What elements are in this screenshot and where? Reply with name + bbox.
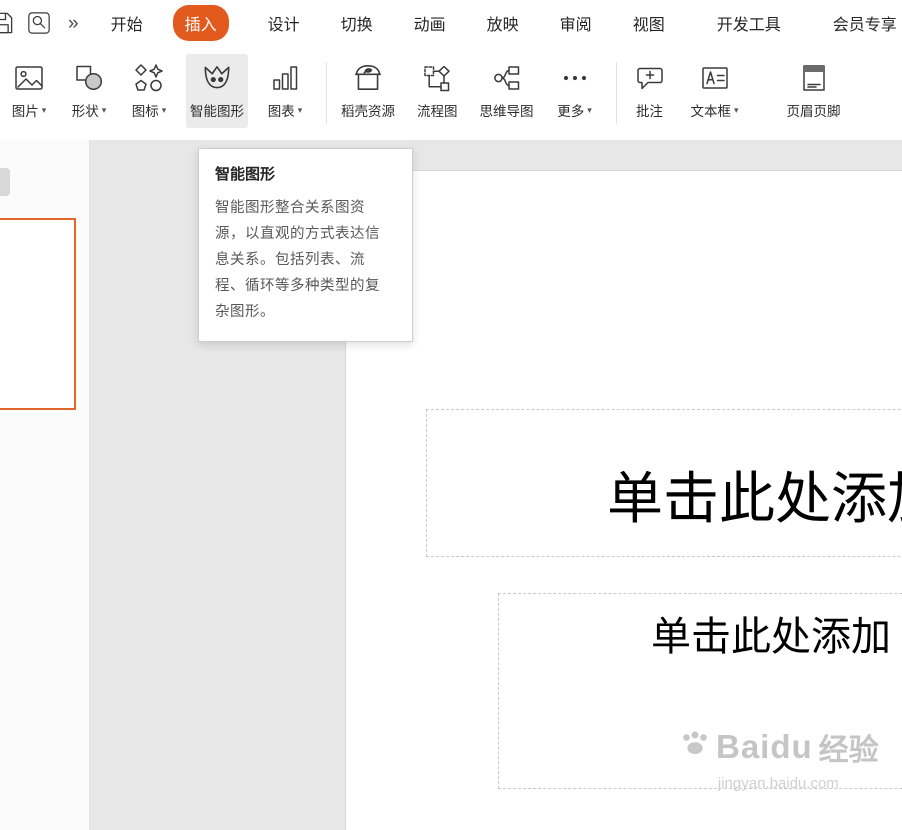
textbox-button[interactable]: 文本框▾ <box>687 54 743 128</box>
save-icon[interactable] <box>0 9 16 37</box>
tab-member[interactable]: 会员专享 <box>833 11 897 35</box>
watermark-url: jingyan.baidu.com <box>678 775 879 792</box>
title-placeholder-text: 单击此处添加 <box>427 410 902 535</box>
more-insert-button[interactable]: 更多▾ <box>552 54 598 128</box>
find-icon[interactable] <box>26 10 52 36</box>
tab-insert[interactable]: 插入 <box>173 5 229 41</box>
smartart-label: 智能图形 <box>190 100 244 120</box>
mindmap-button[interactable]: 思维导图 <box>476 54 538 128</box>
smartart-icon <box>200 60 234 96</box>
insert-picture-button[interactable]: 图片▾ <box>6 54 52 128</box>
tab-home[interactable]: 开始 <box>111 11 143 35</box>
tooltip-title: 智能图形 <box>215 163 396 184</box>
baidu-watermark: Baidu 经验 jingyan.baidu.com <box>678 725 879 792</box>
toolbar-expand-chevron[interactable]: » <box>68 14 79 33</box>
picture-icon <box>13 60 45 96</box>
chart-icon <box>269 60 301 96</box>
flowchart-icon <box>421 60 453 96</box>
textbox-icon <box>699 60 731 96</box>
picture-label: 图片 <box>12 100 39 120</box>
icons-label: 图标 <box>132 100 159 120</box>
header-footer-icon <box>798 60 830 96</box>
tab-review[interactable]: 审阅 <box>560 11 592 35</box>
flowchart-button[interactable]: 流程图 <box>413 54 462 128</box>
content-area: 单击此处添加 单击此处添加 Baidu <box>0 140 902 830</box>
chart-label: 图表 <box>268 100 295 120</box>
chevron-down-icon: ▾ <box>298 105 303 116</box>
comment-icon <box>634 60 666 96</box>
insert-shape-button[interactable]: 形状▾ <box>66 54 112 128</box>
comment-label: 批注 <box>636 100 663 120</box>
paw-icon <box>678 730 712 765</box>
chevron-down-icon: ▾ <box>42 105 47 116</box>
subtitle-placeholder-text: 单击此处添加 <box>499 594 902 662</box>
wps-presentation-window: » 开始 插入 设计 切换 动画 放映 审阅 视图 开发工具 会员专享 图片▾ <box>0 0 902 830</box>
textbox-label: 文本框 <box>691 100 732 120</box>
ribbon-divider <box>616 62 617 124</box>
menu-bar: » 开始 插入 设计 切换 动画 放映 审阅 视图 开发工具 会员专享 <box>0 0 902 46</box>
mindmap-label: 思维导图 <box>480 100 534 120</box>
docer-label: 稻壳资源 <box>341 100 395 120</box>
chevron-down-icon: ▾ <box>734 105 739 116</box>
tab-transition[interactable]: 切换 <box>341 11 373 35</box>
more-label: 更多 <box>557 100 584 120</box>
ribbon-divider <box>326 62 327 124</box>
chevron-down-icon: ▾ <box>587 105 592 116</box>
mindmap-icon <box>491 60 523 96</box>
watermark-brand: Baidu <box>716 728 813 766</box>
insert-chart-button[interactable]: 图表▾ <box>262 54 308 128</box>
more-dots-icon <box>559 60 591 96</box>
header-footer-button[interactable]: 页眉页脚 <box>783 54 845 128</box>
title-placeholder[interactable]: 单击此处添加 <box>426 409 902 557</box>
smartart-tooltip: 智能图形 智能图形整合关系图资源，以直观的方式表达信息关系。包括列表、流程、循环… <box>198 148 413 342</box>
insert-icons-button[interactable]: 图标▾ <box>126 54 172 128</box>
docer-resources-button[interactable]: 稻壳资源 <box>337 54 399 128</box>
slide-thumbnail-1[interactable] <box>0 218 76 410</box>
chevron-down-icon: ▾ <box>162 105 167 116</box>
tab-view[interactable]: 视图 <box>633 11 665 35</box>
menu-tabs: 开始 插入 设计 切换 动画 放映 审阅 视图 开发工具 会员专享 <box>111 5 897 41</box>
quick-access-toolbar: » <box>0 9 79 37</box>
insert-smartart-button[interactable]: 智能图形 <box>186 54 248 128</box>
tab-developer[interactable]: 开发工具 <box>717 11 781 35</box>
tooltip-body: 智能图形整合关系图资源，以直观的方式表达信息关系。包括列表、流程、循环等多种类型… <box>215 195 387 325</box>
ribbon: 图片▾ 形状▾ 图标▾ <box>0 46 902 140</box>
shapes-icon <box>73 60 105 96</box>
panel-collapse-handle[interactable] <box>0 168 10 196</box>
shape-label: 形状 <box>72 100 99 120</box>
tab-design[interactable]: 设计 <box>268 11 300 35</box>
store-icon <box>351 60 385 96</box>
tab-animation[interactable]: 动画 <box>414 11 446 35</box>
watermark-suffix: 经验 <box>819 725 879 769</box>
chevron-down-icon: ▾ <box>102 105 107 116</box>
slide-thumbnail-panel <box>0 140 90 830</box>
tab-slideshow[interactable]: 放映 <box>487 11 519 35</box>
flowchart-label: 流程图 <box>417 100 458 120</box>
icon-shapes-icon <box>133 60 165 96</box>
header-footer-label: 页眉页脚 <box>787 100 841 120</box>
comment-button[interactable]: 批注 <box>627 54 673 128</box>
